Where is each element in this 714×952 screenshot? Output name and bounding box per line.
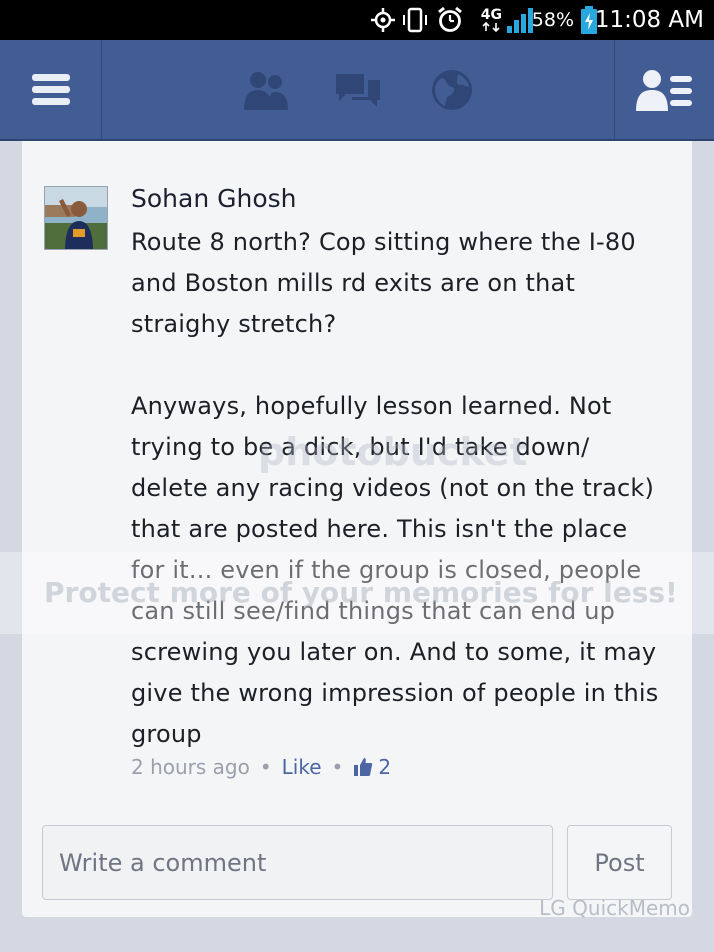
like-link[interactable]: Like <box>282 755 322 779</box>
vibrate-icon <box>402 0 428 40</box>
watermark-tagline: Protect more of your memories for less! <box>44 576 678 609</box>
comment-paragraph: Route 8 north? Cop sitting where the I-8… <box>131 228 636 338</box>
clock: 11:08 AM <box>594 7 704 33</box>
watermark-logo: photobucket <box>258 430 528 474</box>
battery-percent: 58% <box>531 9 574 31</box>
contacts-button[interactable] <box>614 40 714 139</box>
gps-icon <box>370 0 396 40</box>
post-button[interactable]: Post <box>567 825 672 900</box>
alarm-icon <box>436 0 464 40</box>
top-navigation-bar <box>0 40 714 141</box>
comment-input[interactable] <box>42 825 553 900</box>
network-4g-icon: 4G <box>481 0 502 40</box>
like-count-value: 2 <box>378 755 392 779</box>
comment-text: Route 8 north? Cop sitting where the I-8… <box>131 222 661 755</box>
comment-meta: 2 hours ago • Like • 2 <box>131 755 391 779</box>
friend-requests-icon[interactable] <box>236 40 296 139</box>
network-type-label: 4G <box>480 7 502 23</box>
contacts-list-icon <box>635 69 692 111</box>
messages-icon[interactable] <box>330 40 386 139</box>
separator-dot: • <box>259 755 272 779</box>
comment-author[interactable]: Sohan Ghosh <box>131 184 297 213</box>
comment-timestamp: 2 hours ago <box>131 755 250 779</box>
avatar[interactable] <box>44 186 108 250</box>
quickmemo-watermark: LG QuickMemo <box>539 896 690 920</box>
like-count[interactable]: 2 <box>353 755 391 779</box>
menu-button[interactable] <box>0 40 102 139</box>
thumbs-up-icon <box>354 758 373 776</box>
status-bar: 4G 58% 11:08 AM <box>0 0 714 40</box>
notifications-globe-icon[interactable] <box>424 40 480 139</box>
menu-icon <box>31 69 70 110</box>
separator-dot: • <box>331 755 344 779</box>
